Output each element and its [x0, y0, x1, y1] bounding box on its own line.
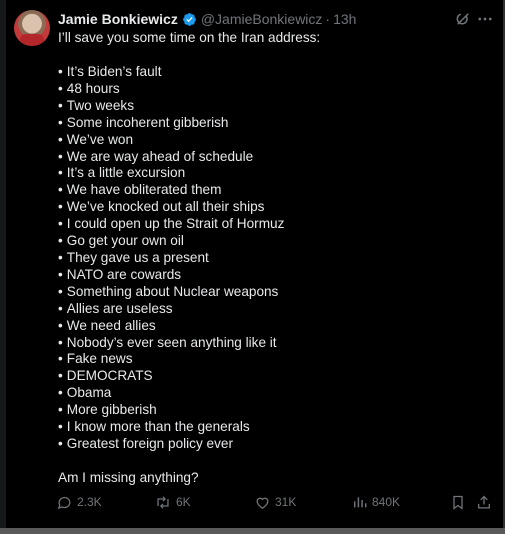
bullet-text: Two weeks	[66, 97, 135, 113]
bullet-marker: •	[58, 283, 63, 299]
bullet-text: It’s Biden’s fault	[66, 64, 162, 79]
reply-icon	[56, 494, 73, 511]
bullet-item: • Go get your own oil	[58, 233, 488, 250]
bullet-item: • Two weeks	[58, 98, 488, 115]
bullet-item: • 48 hours	[58, 81, 488, 98]
tweet[interactable]: Jamie Bonkiewicz @JamieBonkiewicz · 13h …	[0, 0, 505, 528]
bullet-item: • More gibberish	[58, 402, 488, 419]
bookmark-icon	[450, 494, 466, 511]
bullet-marker: •	[58, 351, 63, 367]
bullet-item: • Obama	[58, 385, 488, 402]
share-icon	[476, 494, 492, 511]
bullet-item: • Fake news	[58, 351, 488, 368]
bullet-item: • Nobody’s ever seen anything like it	[58, 335, 488, 352]
separator-dot: ·	[325, 11, 331, 27]
bullet-marker: •	[58, 300, 63, 316]
bullet-item: • We are way ahead of schedule	[58, 149, 488, 166]
reply-count: 2.3K	[77, 495, 102, 509]
bookmark-button[interactable]	[450, 492, 466, 512]
bullet-item: • It’s a little excursion	[58, 165, 488, 182]
author-name[interactable]: Jamie Bonkiewicz	[58, 10, 178, 28]
bullet-list: • It’s Biden’s fault • 48 hours • Two weeks • S…	[58, 64, 488, 453]
bullet-text: DEMOCRATS	[66, 368, 153, 384]
bullet-text: They gave us a present	[66, 249, 209, 265]
bullet-marker: •	[58, 148, 63, 164]
views-icon	[352, 494, 368, 510]
repost-icon	[154, 494, 172, 511]
bullet-item: • Some incoherent gibberish	[58, 115, 488, 132]
bullet-marker: •	[58, 385, 63, 401]
bullet-item: • We’ve knocked out all their ships	[58, 199, 488, 216]
bullet-marker: •	[58, 368, 63, 384]
bullet-marker: •	[58, 216, 63, 232]
bullet-text: Obama	[66, 385, 112, 401]
bullet-text: We’ve won	[66, 131, 134, 147]
reply-button[interactable]: 2.3K	[56, 492, 102, 512]
bullet-item: • I could open up the Strait of Hormuz	[58, 216, 488, 233]
bullet-text: I know more than the generals	[66, 419, 250, 435]
avatar[interactable]	[14, 10, 50, 46]
bullet-marker: •	[58, 402, 63, 418]
bullet-item: • We’ve won	[58, 132, 488, 149]
post-outro: Am I missing anything?	[58, 469, 199, 485]
bullet-text: 48 hours	[66, 80, 120, 96]
bullet-item: • DEMOCRATS	[58, 368, 488, 385]
author-handle[interactable]: @JamieBonkiewicz	[201, 10, 323, 28]
bullet-text: Something about Nuclear weapons	[66, 283, 279, 299]
tweet-header: Jamie Bonkiewicz @JamieBonkiewicz · 13h	[58, 10, 356, 28]
bullet-text: Nobody’s ever seen anything like it	[66, 334, 277, 350]
bullet-item: • We have obliterated them	[58, 182, 488, 199]
bullet-marker: •	[58, 80, 63, 96]
bullet-marker: •	[58, 199, 63, 215]
bullet-text: Go get your own oil	[66, 233, 184, 249]
bullet-text: More gibberish	[66, 402, 157, 418]
bullet-text: Allies are useless	[66, 300, 173, 316]
bullet-marker: •	[58, 233, 63, 249]
bullet-marker: •	[58, 419, 63, 435]
like-icon	[254, 494, 271, 511]
bullet-marker: •	[58, 317, 63, 333]
bullet-item: • They gave us a present	[58, 250, 488, 267]
bullet-text: Some incoherent gibberish	[66, 114, 229, 130]
post-time[interactable]: 13h	[333, 10, 356, 28]
bullet-marker: •	[58, 165, 63, 181]
like-count: 31K	[275, 495, 297, 509]
bullet-item: • NATO are cowards	[58, 267, 488, 284]
bullet-text: Greatest foreign policy ever	[66, 435, 233, 451]
views-count: 840K	[372, 495, 401, 509]
bullet-text: I could open up the Strait of Hormuz	[66, 216, 285, 232]
bullet-text: It’s a little excursion	[66, 165, 186, 181]
bullet-marker: •	[58, 266, 63, 282]
left-rail	[0, 0, 6, 528]
post-body: I’ll save you some time on the Iran addr…	[58, 30, 488, 487]
bullet-marker: •	[58, 131, 63, 147]
views-button[interactable]: 840K	[352, 492, 400, 512]
bullet-item: • Greatest foreign policy ever	[58, 436, 488, 453]
action-bar: 2.3K 6K 31K 840K	[56, 492, 496, 512]
repost-button[interactable]: 6K	[154, 492, 191, 512]
bullet-item: • It’s Biden’s fault	[58, 64, 488, 81]
bullet-item: • We need allies	[58, 318, 488, 335]
bullet-text: Fake news	[66, 351, 133, 367]
share-button[interactable]	[476, 492, 492, 512]
bullet-text: We are way ahead of schedule	[66, 148, 254, 164]
bullet-marker: •	[58, 249, 63, 265]
post-intro: I’ll save you some time on the Iran addr…	[58, 30, 321, 45]
bullet-text: We’ve knocked out all their ships	[66, 199, 265, 215]
like-button[interactable]: 31K	[254, 492, 296, 512]
verified-badge-icon	[182, 12, 197, 27]
bullet-text: We have obliterated them	[66, 182, 222, 198]
bullet-marker: •	[58, 435, 63, 451]
bullet-item: • Allies are useless	[58, 301, 488, 318]
bullet-marker: •	[58, 334, 63, 350]
bullet-text: We need allies	[66, 317, 156, 333]
bullet-text: NATO are cowards	[66, 266, 182, 282]
bullet-item: • Something about Nuclear weapons	[58, 284, 488, 301]
repost-count: 6K	[176, 495, 191, 509]
bullet-marker: •	[58, 114, 63, 130]
bullet-marker: •	[58, 64, 63, 79]
bullet-marker: •	[58, 97, 63, 113]
bullet-marker: •	[58, 182, 63, 198]
bullet-item: • I know more than the generals	[58, 419, 488, 436]
